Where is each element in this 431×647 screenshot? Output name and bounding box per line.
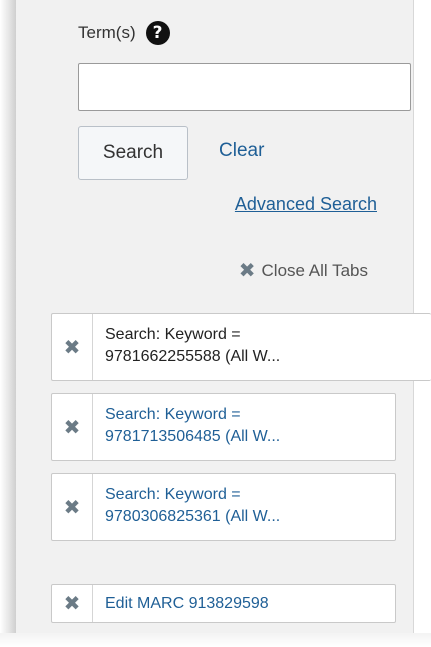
- tab-label-line2: 9780306825361 (All W...: [105, 508, 281, 525]
- tab-label-line1: Search: Keyword =: [105, 326, 241, 343]
- tab-close-button[interactable]: ✖: [52, 585, 93, 622]
- close-x-icon: ✖: [63, 416, 81, 439]
- tab-label-line1: Edit MARC 913829598: [105, 595, 269, 612]
- close-all-tabs-label: Close All Tabs: [261, 260, 368, 280]
- close-x-icon: ✖: [63, 496, 81, 519]
- tab-label-line1: Search: Keyword =: [105, 486, 241, 503]
- left-shadow: [0, 0, 16, 647]
- term-label-row: Term(s) ?: [78, 20, 170, 46]
- search-button[interactable]: Search: [78, 126, 188, 180]
- tab-label-line1: Search: Keyword =: [105, 406, 241, 423]
- tab-close-button[interactable]: ✖: [52, 474, 93, 540]
- tab-close-button[interactable]: ✖: [52, 394, 93, 460]
- close-x-icon: ✖: [238, 260, 256, 282]
- term-search-input[interactable]: [78, 63, 411, 111]
- tab-search-2[interactable]: ✖ Search: Keyword = 9781713506485 (All W…: [51, 393, 396, 461]
- tab-label: Search: Keyword = 9781713506485 (All W..…: [93, 394, 280, 460]
- close-x-icon: ✖: [63, 336, 81, 359]
- close-all-tabs-button[interactable]: ✖ Close All Tabs: [239, 258, 368, 283]
- advanced-search-link[interactable]: Advanced Search: [235, 194, 377, 215]
- tab-label: Edit MARC 913829598: [93, 585, 269, 622]
- tab-label: Search: Keyword = 9780306825361 (All W..…: [93, 474, 280, 540]
- tab-search-1[interactable]: ✖ Search: Keyword = 9781662255588 (All W…: [51, 313, 431, 381]
- tab-label-line2: 9781713506485 (All W...: [105, 428, 281, 445]
- tab-edit-marc[interactable]: ✖ Edit MARC 913829598: [51, 584, 396, 623]
- term-label: Term(s): [78, 23, 136, 42]
- tab-label-line2: 9781662255588 (All W...: [105, 348, 281, 365]
- screenshot-frame: Term(s) ? Search Clear Advanced Search ✖…: [0, 0, 431, 647]
- bottom-shadow: [0, 633, 431, 647]
- clear-link[interactable]: Clear: [219, 140, 264, 162]
- close-x-icon: ✖: [63, 593, 81, 615]
- tab-close-button[interactable]: ✖: [52, 314, 93, 380]
- question-circle-icon[interactable]: ?: [145, 21, 170, 45]
- tab-search-3[interactable]: ✖ Search: Keyword = 9780306825361 (All W…: [51, 473, 396, 541]
- tab-label: Search: Keyword = 9781662255588 (All W..…: [93, 314, 280, 380]
